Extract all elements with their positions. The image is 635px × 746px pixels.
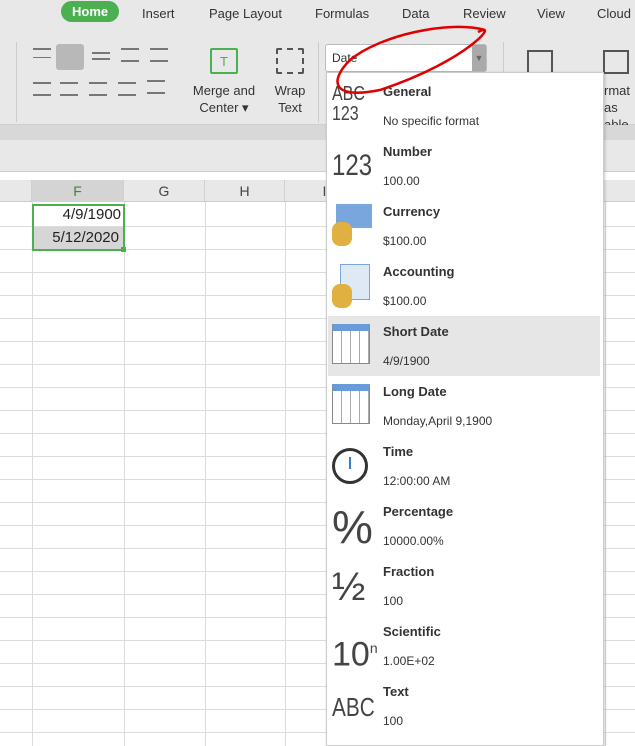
format-option-sample: 100	[383, 714, 404, 728]
accounting-icon	[332, 264, 374, 310]
tab-review[interactable]: Review	[463, 6, 506, 21]
currency-icon	[332, 204, 374, 250]
tab-cloud[interactable]: Cloud	[597, 6, 631, 21]
tab-page-layout[interactable]: Page Layout	[209, 6, 282, 21]
fraction-icon: ½	[332, 565, 366, 609]
format-option-title: Currency	[383, 204, 441, 219]
text-icon: ABC	[332, 692, 375, 722]
format-option-sample: $100.00	[383, 234, 427, 248]
format-option-sample: 1.00E+02	[383, 654, 435, 668]
format-option-title: Time	[383, 444, 414, 459]
column-header-f[interactable]: F	[32, 180, 124, 202]
format-option-sample: No specific format	[383, 114, 480, 128]
align-bottom-icon[interactable]	[92, 52, 110, 60]
format-option-accounting[interactable]: Accounting $100.00	[328, 256, 600, 316]
tab-data[interactable]: Data	[402, 6, 429, 21]
format-option-title: Percentage	[383, 504, 454, 519]
column-gridline	[124, 202, 125, 746]
format-option-title: Text	[383, 684, 409, 699]
tab-formulas[interactable]: Formulas	[315, 6, 369, 21]
format-option-sample: 100	[383, 594, 404, 608]
align-middle-icon[interactable]	[56, 44, 84, 70]
format-table-icon[interactable]	[603, 50, 629, 74]
merge-and-center-button[interactable]: Merge and Center ▾	[188, 82, 260, 116]
format-option-sample: 10000.00%	[383, 534, 444, 548]
fill-handle[interactable]	[121, 247, 126, 252]
format-option-long-date[interactable]: Long Date Monday,April 9,1900	[328, 376, 600, 436]
align-top-icon[interactable]	[33, 48, 51, 58]
calendar-icon	[332, 384, 374, 430]
format-option-number[interactable]: 123 Number 100.00	[328, 136, 600, 196]
format-option-short-date[interactable]: Short Date 4/9/1900	[328, 316, 600, 376]
wrap-text-button[interactable]: Wrap Text	[268, 82, 312, 116]
merge-center-icon[interactable]: T	[210, 48, 238, 74]
center-label: Center	[199, 100, 239, 115]
format-option-scientific[interactable]: 10n Scientific 1.00E+02	[328, 616, 600, 676]
column-gridline	[605, 202, 606, 746]
format-option-sample: 12:00:00 AM	[383, 474, 451, 488]
column-header-g[interactable]: G	[124, 180, 205, 202]
column-gridline	[205, 202, 206, 746]
number-format-value: Date	[332, 51, 358, 65]
format-option-sample: 100.00	[383, 174, 420, 188]
format-option-fraction[interactable]: ½ Fraction 100	[328, 556, 600, 616]
format-option-title: Accounting	[383, 264, 455, 279]
tab-insert[interactable]: Insert	[142, 6, 175, 21]
text-label: Text	[278, 100, 302, 115]
calendar-icon	[332, 324, 374, 370]
format-option-time[interactable]: Time 12:00:00 AM	[328, 436, 600, 496]
format-option-percentage[interactable]: % Percentage 10000.00%	[328, 496, 600, 556]
align-left-icon[interactable]	[33, 82, 51, 96]
distributed-icon[interactable]	[147, 80, 165, 94]
wrap-text-icon[interactable]	[276, 48, 304, 74]
format-option-general[interactable]: ABC 123 General No specific format	[328, 76, 600, 136]
align-right-icon[interactable]	[89, 82, 107, 96]
scientific-icon: 10n	[332, 635, 378, 674]
abc-123-icon: ABC 123	[332, 83, 365, 125]
insert-table-icon[interactable]	[527, 50, 553, 74]
clock-icon	[332, 444, 374, 490]
format-option-title: Scientific	[383, 624, 441, 639]
format-option-text[interactable]: ABC Text 100	[328, 676, 600, 736]
justify-icon[interactable]	[118, 82, 136, 96]
format-option-title: Short Date	[383, 324, 449, 339]
column-header-h[interactable]: H	[205, 180, 285, 202]
format-option-title: Fraction	[383, 564, 435, 579]
number-icon: 123	[332, 149, 373, 182]
number-format-dropdown[interactable]: Date ▼	[325, 44, 487, 72]
merge-label: Merge and	[192, 83, 256, 98]
format-option-sample: 4/9/1900	[383, 354, 430, 368]
ribbon-tabs: Home Insert Page Layout Formulas Data Re…	[0, 0, 635, 30]
tab-view[interactable]: View	[537, 6, 565, 21]
number-format-menu: ABC 123 General No specific format 123 Number…	[326, 72, 604, 746]
format-option-sample: Monday,April 9,1900	[383, 414, 493, 428]
increase-indent-icon[interactable]	[150, 48, 168, 62]
chevron-down-icon[interactable]: ▼	[472, 45, 486, 71]
format-option-title: Number	[383, 144, 433, 159]
format-option-sample: $100.00	[383, 294, 427, 308]
format-as-label: rmat as	[604, 83, 630, 115]
column-gridline	[32, 202, 33, 746]
decrease-indent-icon[interactable]	[121, 48, 139, 62]
wrap-label: Wrap	[274, 83, 306, 98]
format-option-currency[interactable]: Currency $100.00	[328, 196, 600, 256]
column-gridline	[285, 202, 286, 746]
selection-border	[32, 204, 125, 251]
format-option-title: General	[383, 84, 432, 99]
format-option-title: Long Date	[383, 384, 447, 399]
align-center-icon[interactable]	[60, 82, 78, 96]
tab-home[interactable]: Home	[61, 1, 120, 22]
percent-icon: %	[332, 501, 373, 553]
